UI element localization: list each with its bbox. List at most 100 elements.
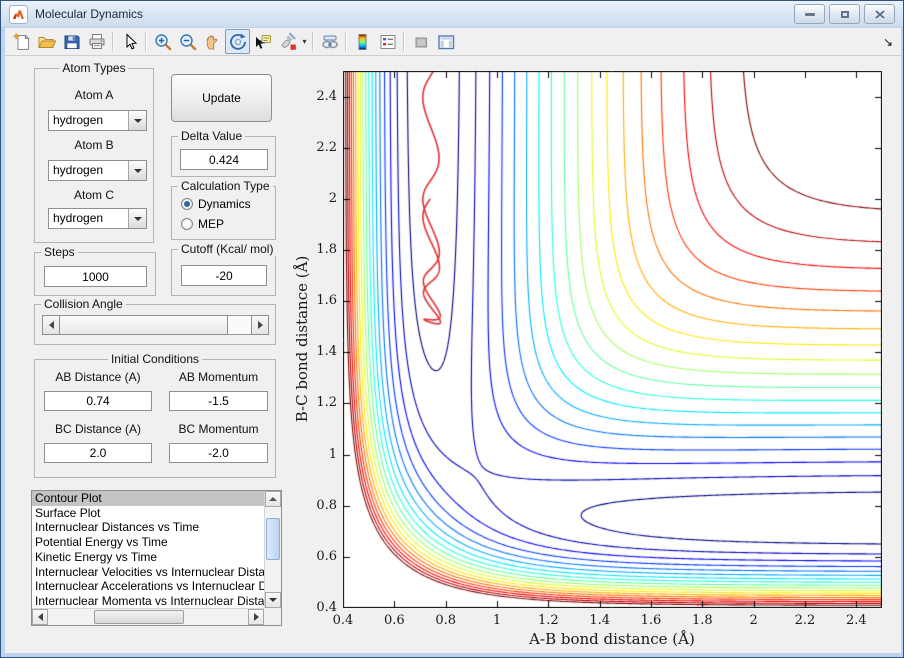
save-figure-button[interactable] [59, 29, 84, 54]
scrollbar-thumb[interactable] [94, 610, 184, 624]
y-tick-label: 2.4 [316, 88, 337, 104]
list-item[interactable]: Internuclear Velocities vs Internuclear … [32, 565, 264, 580]
radio-selected-icon [181, 198, 193, 210]
x-tick-label: 0.4 [332, 613, 354, 628]
toolbar-separator [145, 32, 147, 51]
scroll-right-button[interactable] [248, 609, 264, 625]
legend-icon [380, 34, 395, 49]
app-window: Molecular Dynamics ▾ ↘ Atom Types Atom A… [0, 0, 904, 658]
bc-momentum-input[interactable] [169, 443, 268, 463]
plot-type-listbox[interactable]: Contour Plot Surface Plot Internuclear Dis… [31, 490, 282, 626]
y-tick-label: 1 [328, 446, 337, 462]
print-figure-button[interactable] [84, 29, 109, 54]
x-tick-label: 1.8 [691, 613, 713, 628]
title-bar: Molecular Dynamics [1, 1, 903, 27]
open-file-button[interactable] [34, 29, 59, 54]
rotate-3d-button[interactable] [225, 29, 250, 54]
dropdown-button[interactable] [128, 161, 146, 180]
bc-distance-input[interactable] [44, 443, 152, 463]
chevron-down-icon [133, 216, 142, 221]
arrow-right-icon [253, 613, 259, 621]
collision-angle-slider[interactable] [42, 315, 269, 335]
radio-dynamics[interactable]: Dynamics [181, 197, 251, 211]
restore-button[interactable] [829, 4, 860, 24]
delta-value-input[interactable] [180, 149, 268, 170]
close-button[interactable] [864, 4, 895, 24]
window-title: Molecular Dynamics [35, 7, 144, 21]
pan-hand-icon [206, 34, 217, 49]
list-item[interactable]: Kinetic Energy vs Time [32, 550, 264, 565]
atom-b-dropdown[interactable]: hydrogen [48, 160, 147, 181]
dropdown-value: hydrogen [53, 211, 104, 225]
brush-icon [281, 32, 296, 50]
contour-plot-axes[interactable] [343, 71, 882, 608]
brush-dropdown-caret[interactable]: ▾ [300, 37, 309, 46]
dropdown-button[interactable] [128, 209, 146, 228]
slider-right-button[interactable] [251, 315, 269, 335]
radio-mep[interactable]: MEP [181, 217, 224, 231]
panel-title: Initial Conditions [107, 352, 203, 366]
minimize-button[interactable] [794, 4, 825, 24]
delta-value-panel: Delta Value [171, 129, 276, 177]
list-item[interactable]: Internuclear Distances vs Time [32, 520, 264, 535]
insert-legend-button[interactable] [375, 29, 400, 54]
list-item[interactable]: Internuclear Momenta vs Internuclear Dis… [32, 594, 264, 608]
print-icon [89, 33, 104, 49]
steps-input[interactable] [44, 266, 147, 287]
arrow-left-icon [48, 321, 54, 329]
x-tick-label: 0.8 [435, 613, 456, 628]
slider-thumb[interactable] [59, 315, 228, 335]
x-axis-label: A-B bond distance (Å) [529, 630, 695, 648]
initial-conditions-panel: Initial Conditions AB Distance (A) AB Mo… [34, 352, 276, 478]
cutoff-panel: Cutoff (Kcal/ mol) [171, 242, 277, 296]
zoom-out-button[interactable] [175, 29, 200, 54]
pan-button[interactable] [200, 29, 225, 54]
close-icon [874, 9, 885, 19]
scroll-up-button[interactable] [265, 491, 281, 507]
hide-plot-tools-button[interactable] [408, 29, 433, 54]
atom-a-dropdown[interactable]: hydrogen [48, 110, 147, 131]
atom-types-panel: Atom Types Atom A hydrogen Atom B hydrog… [34, 61, 154, 243]
chevron-down-icon [133, 168, 142, 173]
data-cursor-button[interactable] [250, 29, 275, 54]
dock-figure-icon[interactable]: ↘ [883, 35, 893, 49]
list-item[interactable]: Internuclear Accelerations vs Internucle… [32, 579, 264, 594]
bc-distance-label: BC Distance (A) [54, 422, 142, 436]
x-tick-label: 1 [492, 613, 502, 628]
cutoff-input[interactable] [181, 265, 267, 286]
dropdown-button[interactable] [128, 111, 146, 130]
edit-cursor-button[interactable] [117, 29, 142, 54]
horizontal-scrollbar[interactable] [32, 608, 264, 625]
scroll-left-button[interactable] [32, 609, 48, 625]
atom-c-label: Atom C [73, 188, 114, 202]
slider-left-button[interactable] [42, 315, 60, 335]
list-item[interactable]: Contour Plot [32, 491, 264, 506]
show-plot-tools-icon [437, 34, 454, 49]
insert-colorbar-button[interactable] [350, 29, 375, 54]
update-button[interactable]: Update [171, 74, 272, 122]
ab-momentum-input[interactable] [169, 391, 268, 411]
radio-label: Dynamics [198, 197, 251, 211]
vertical-scrollbar[interactable] [264, 491, 281, 608]
panel-title: Calculation Type [178, 179, 273, 193]
colorbar-icon [358, 33, 366, 50]
ab-distance-input[interactable] [44, 391, 152, 411]
ab-momentum-label: AB Momentum [178, 370, 259, 384]
list-item[interactable]: Potential Energy vs Time [32, 535, 264, 550]
rotate-3d-icon [229, 33, 246, 50]
scroll-down-button[interactable] [265, 592, 281, 608]
x-tick-label: 1.2 [537, 613, 559, 628]
list-item[interactable]: Surface Plot [32, 506, 264, 521]
save-icon [64, 35, 79, 49]
radio-label: MEP [198, 217, 225, 231]
zoom-in-button[interactable] [150, 29, 175, 54]
show-plot-tools-button[interactable] [433, 29, 458, 54]
scrollbar-thumb[interactable] [266, 518, 280, 560]
link-plot-button[interactable] [317, 29, 342, 54]
atom-c-dropdown[interactable]: hydrogen [48, 208, 147, 229]
collision-angle-panel: Collision Angle [34, 297, 276, 345]
new-document-button[interactable] [9, 29, 34, 54]
x-tick-label: 2.4 [845, 613, 867, 628]
scrollbar-corner [264, 608, 281, 625]
brush-data-button[interactable] [275, 29, 300, 54]
